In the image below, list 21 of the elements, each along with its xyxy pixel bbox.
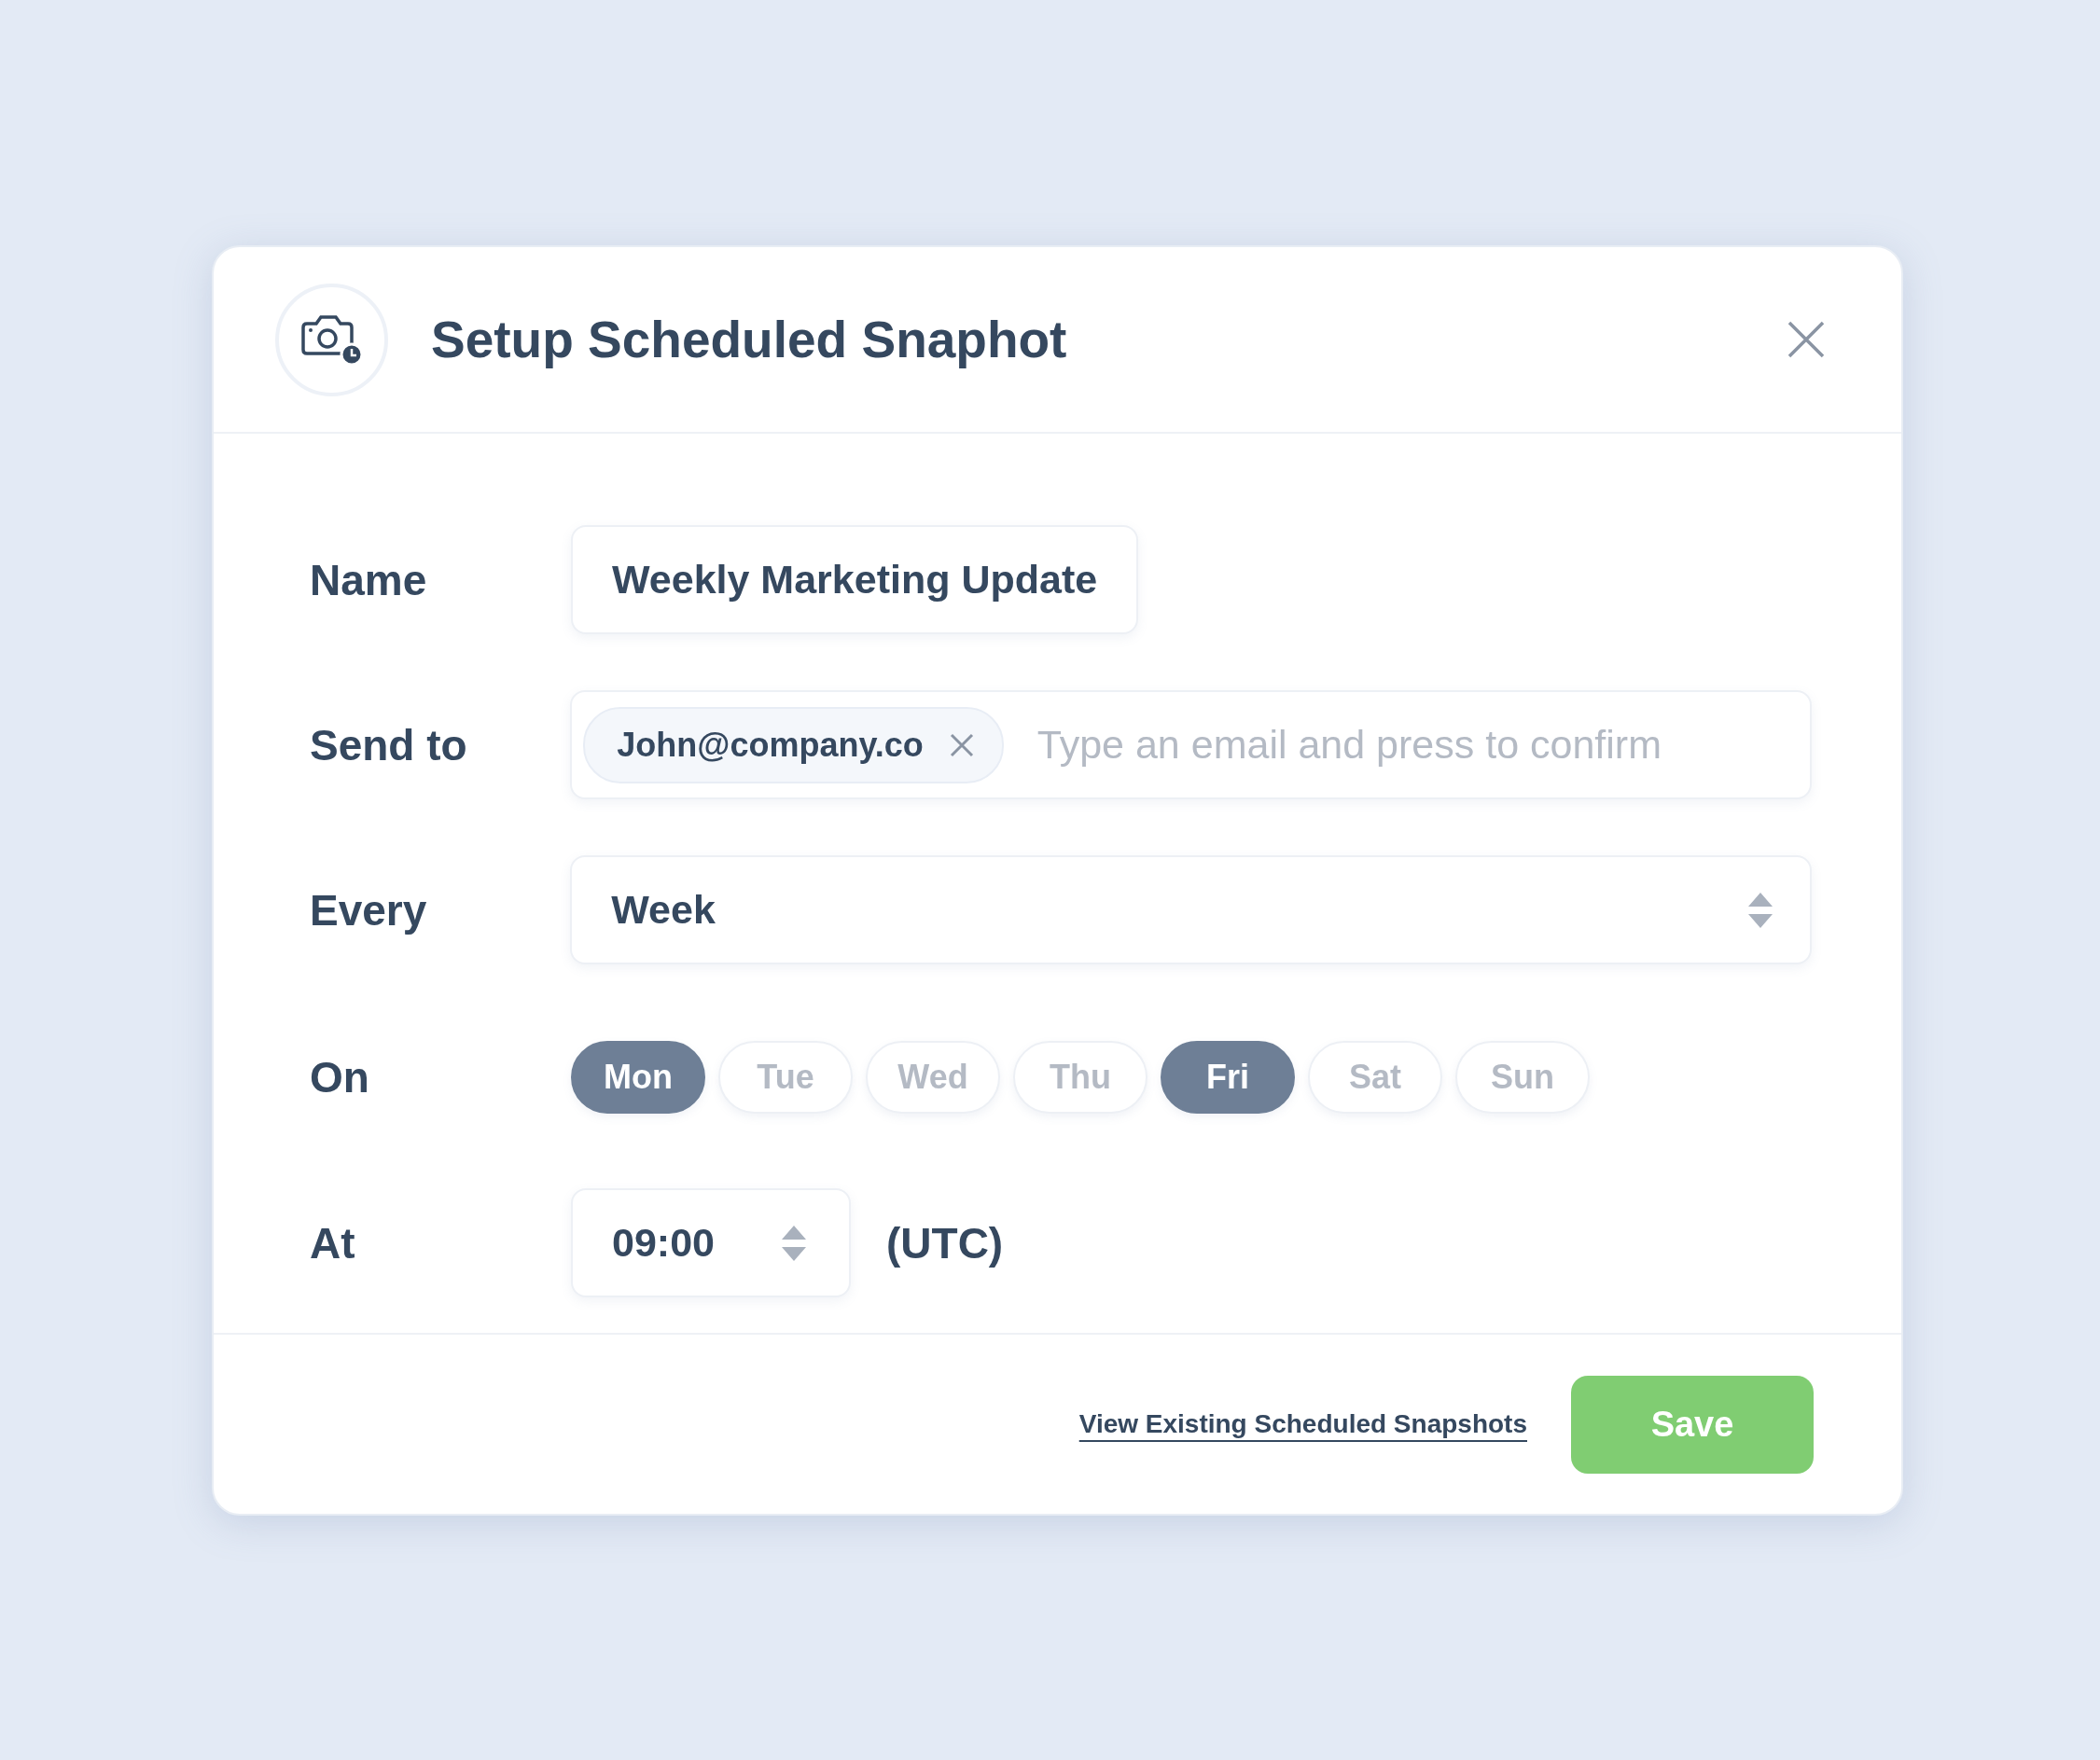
field-label: At (310, 1217, 356, 1268)
frequency-select[interactable]: Week (570, 855, 1812, 964)
timezone-label: (UTC) (886, 1217, 1004, 1268)
stepper-icon[interactable] (782, 1225, 806, 1261)
recipients-field[interactable]: John@company.co Type an email and press to confirm (570, 690, 1812, 799)
stepper-icon[interactable] (1748, 892, 1773, 928)
time-field[interactable]: 09:00 (571, 1188, 851, 1297)
field-label: Every (310, 884, 428, 935)
day-toggle[interactable]: Fri (1161, 1041, 1295, 1114)
camera-clock-icon (275, 283, 388, 396)
name-field[interactable]: Weekly Marketing Update (571, 525, 1139, 634)
field-label: Send to (310, 719, 468, 770)
view-snapshots-link[interactable]: View Existing Scheduled Snapshots (1078, 1409, 1527, 1439)
remove-icon[interactable] (949, 732, 974, 757)
email-input[interactable]: Type an email and press to confirm (1035, 721, 1799, 769)
field-label: Name (310, 554, 428, 605)
field-label: On (310, 1052, 370, 1102)
day-toggle[interactable]: Mon (571, 1041, 705, 1114)
close-icon[interactable] (1786, 319, 1827, 360)
dialog-title: Setup Scheduled Snaphot (431, 310, 1068, 369)
email-address: John@company.co (617, 725, 924, 765)
